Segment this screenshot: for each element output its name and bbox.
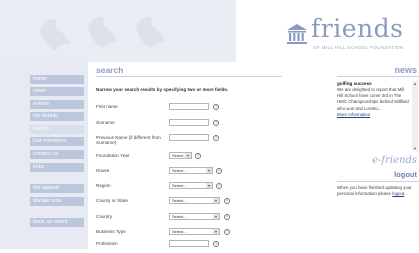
help-icon[interactable]: ? — [213, 135, 219, 141]
region-select[interactable]: Select... ▾ — [169, 182, 213, 189]
field-label: Surname — [96, 120, 115, 125]
sidebar-item-lost-members[interactable]: lost members — [30, 137, 84, 146]
field-label: Country — [96, 214, 113, 219]
help-icon[interactable]: ? — [213, 120, 219, 126]
logo-wordmark[interactable]: friends — [311, 16, 403, 41]
divider — [337, 181, 419, 182]
form-row-house: House Select... ▾ ? — [96, 167, 282, 180]
county-or-state-select[interactable]: Select... ▾ — [169, 197, 220, 204]
form-row-country: Country Select... ▾ ? — [96, 213, 282, 226]
field-label: Profession — [96, 241, 118, 246]
select-value: Select... — [172, 168, 187, 173]
form-row-region: Region Select... ▾ ? — [96, 182, 282, 195]
form-row-first-name: First name ? — [96, 103, 282, 116]
news-heading: news — [394, 65, 417, 75]
country-select[interactable]: Select... ▾ — [169, 213, 220, 220]
chevron-down-icon[interactable]: ▾ — [206, 168, 212, 173]
page-title: search — [96, 65, 124, 75]
field-label: House — [96, 168, 110, 173]
sidebar-item-home[interactable]: home — [30, 75, 84, 84]
sidebar-item-search[interactable]: search — [30, 125, 84, 134]
form-row-previous-name: Previous Name (if different from Surname… — [96, 134, 282, 147]
help-icon[interactable]: ? — [213, 104, 219, 110]
help-icon[interactable]: ? — [216, 183, 222, 189]
help-icon[interactable]: ? — [224, 214, 230, 220]
building-columns-icon — [287, 24, 307, 44]
sidebar-item-events[interactable]: events — [30, 100, 84, 109]
profession-input[interactable] — [169, 240, 209, 247]
house-select[interactable]: Select... ▾ — [169, 167, 213, 174]
sidebar-item-my-details[interactable]: my details — [30, 112, 84, 121]
logout-link[interactable]: logout — [392, 191, 404, 196]
news-panel: golfing success We are delighted to repo… — [337, 81, 411, 141]
scroll-down-icon[interactable]: ▼ — [412, 146, 418, 151]
surname-input[interactable] — [169, 119, 209, 126]
form-row-surname: Surname ? — [96, 119, 282, 132]
sidebar-item-news[interactable]: news — [30, 87, 84, 96]
chevron-down-icon[interactable]: ▾ — [213, 214, 219, 219]
search-instructions: Narrow your search results by specifying… — [96, 87, 229, 92]
sidebar-item-links[interactable]: links — [30, 163, 84, 172]
header: friends OF MILL HILL SCHOOL FOUNDATION — [0, 0, 419, 62]
chevron-down-icon[interactable]: ▾ — [185, 153, 191, 158]
help-icon[interactable]: ? — [213, 241, 219, 247]
sidebar-item-the-appeal[interactable]: the appeal — [30, 184, 84, 193]
help-icon[interactable]: ? — [224, 229, 230, 235]
select-value: Select... — [172, 214, 187, 219]
divider — [337, 76, 419, 77]
sidebar-item-contact-us[interactable]: contact us — [30, 150, 84, 159]
logout-message: When you have finished updating your per… — [337, 185, 412, 196]
select-value: Select... — [172, 229, 187, 234]
sidebar-item-book-an-event[interactable]: book an event — [30, 218, 84, 227]
business-type-select[interactable]: Select... ▾ — [169, 228, 220, 235]
select-value: Select... — [172, 183, 187, 188]
chevron-down-icon[interactable]: ▾ — [206, 183, 212, 188]
form-row-foundation-year: Foundation Year Select... ▾ ? — [96, 152, 282, 165]
help-icon[interactable]: ? — [224, 198, 230, 204]
sidebar-nav: home news events my details search lost … — [0, 62, 88, 249]
sidebar-item-donate-now[interactable]: donate now — [30, 197, 84, 206]
foundation-year-select[interactable]: Select... ▾ — [169, 152, 192, 159]
field-label: Region — [96, 183, 111, 188]
previous-name-input[interactable] — [169, 134, 209, 141]
form-row-profession: Profession ? — [96, 240, 282, 253]
right-sidebar: news golfing success We are delighted to… — [337, 62, 419, 249]
help-icon[interactable]: ? — [195, 153, 201, 159]
field-label: Business Type — [96, 229, 126, 234]
select-value: Select... — [172, 198, 187, 203]
logout-heading[interactable]: logout — [394, 170, 417, 179]
first-name-input[interactable] — [169, 103, 209, 110]
field-label: County or State — [96, 198, 128, 203]
chevron-down-icon[interactable]: ▾ — [213, 229, 219, 234]
field-label: Foundation Year — [96, 153, 130, 158]
chevron-down-icon[interactable]: ▾ — [213, 198, 219, 203]
news-scrollbar[interactable]: ▲ ▼ — [412, 81, 418, 151]
divider — [96, 76, 282, 77]
more-information-link[interactable]: More Information — [337, 112, 411, 117]
efriends-heading: e-friends — [372, 155, 417, 166]
logo-tagline: OF MILL HILL SCHOOL FOUNDATION — [313, 45, 404, 50]
news-item-body: We are delighted to report that Mill Hil… — [337, 87, 409, 111]
help-icon[interactable]: ? — [216, 168, 222, 174]
form-row-county-or-state: County or State Select... ▾ ? — [96, 197, 282, 210]
field-label: Previous Name (if different from Surname… — [96, 135, 161, 146]
birds-illustration — [40, 17, 166, 50]
header-banner — [0, 0, 236, 62]
field-label: First name — [96, 104, 118, 109]
scroll-up-icon[interactable]: ▲ — [412, 81, 418, 86]
